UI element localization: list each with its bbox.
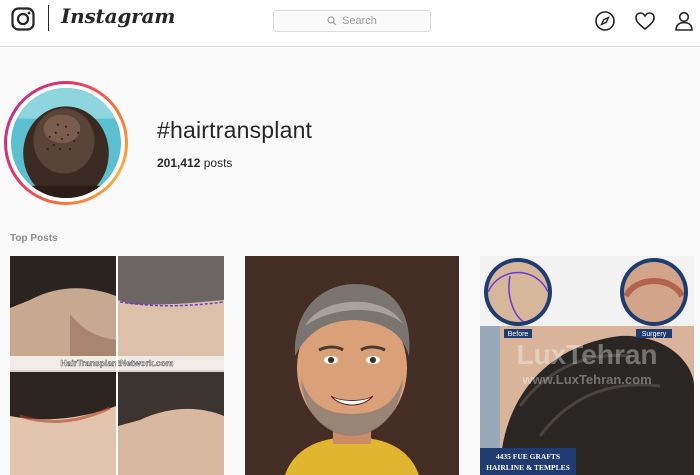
instagram-logo-icon[interactable]: [11, 7, 35, 31]
post-count: 201,412 posts: [157, 156, 232, 170]
post-count-label: posts: [203, 156, 233, 170]
post-watermark-url: www.LuxTehran.com: [521, 372, 651, 387]
top-post-2[interactable]: [245, 256, 459, 475]
top-posts-heading: Top Posts: [10, 233, 58, 244]
search-icon: [327, 16, 337, 26]
logo-divider: [48, 5, 49, 31]
compass-icon[interactable]: [594, 10, 616, 32]
hashtag-title: #hairtransplant: [157, 117, 313, 143]
surgery-label: Surgery: [642, 331, 667, 338]
post-image: [245, 256, 459, 475]
top-post-3[interactable]: Before Surgery LuxTehran www.LuxTehran.c…: [480, 256, 694, 475]
instagram-wordmark[interactable]: Instagram: [61, 4, 175, 28]
top-navigation-bar: Instagram Search: [0, 0, 700, 47]
post-caption-line2: HAIRLINE & TEMPLES: [486, 463, 570, 472]
before-label: Before: [508, 331, 529, 338]
heart-icon[interactable]: [634, 10, 656, 32]
post-caption-line1: 4435 FUE GRAFTS: [496, 452, 560, 461]
post-count-value: 201,412: [157, 156, 201, 170]
post-image: HairTransplantNetwork.com: [10, 256, 224, 475]
avatar-image: [11, 88, 121, 198]
post-watermark: LuxTehran: [516, 339, 657, 370]
top-post-1[interactable]: HairTransplantNetwork.com: [10, 256, 224, 475]
search-placeholder: Search: [342, 15, 377, 27]
hashtag-avatar: [4, 81, 128, 205]
search-input[interactable]: Search: [273, 10, 431, 32]
post-image: Before Surgery LuxTehran www.LuxTehran.c…: [480, 256, 694, 475]
profile-icon[interactable]: [673, 10, 695, 32]
